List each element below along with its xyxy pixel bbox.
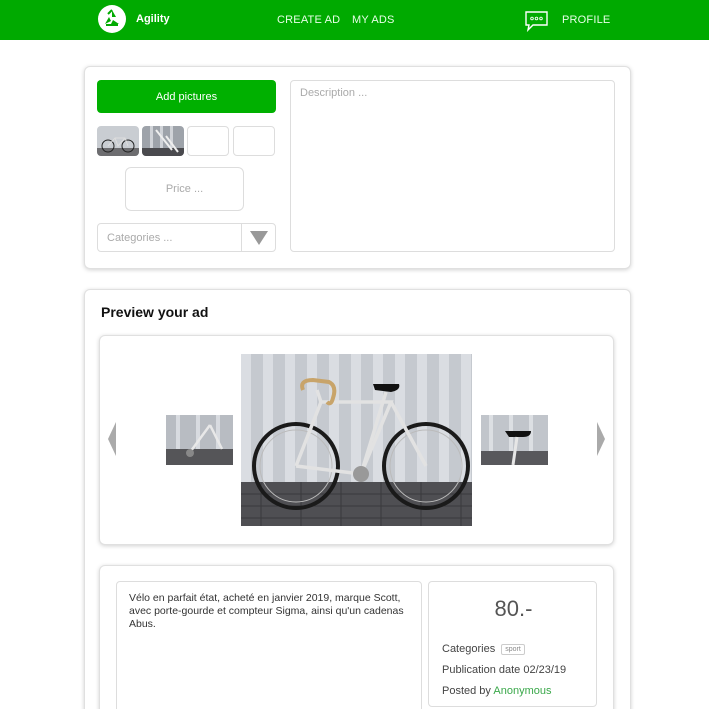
categories-label: Categories <box>442 643 496 655</box>
category-dropdown-toggle[interactable] <box>241 224 275 251</box>
author-link[interactable]: Anonymous <box>493 685 551 697</box>
carousel-next-icon[interactable] <box>597 422 605 456</box>
carousel-prev-icon[interactable] <box>108 422 116 456</box>
ad-categories-row: Categories sport <box>442 643 525 655</box>
brand-name[interactable]: Agility <box>136 13 170 25</box>
ad-info: 80.- Categories sport Publication date 02… <box>428 581 597 707</box>
chevron-down-icon <box>250 231 268 245</box>
picture-thumbnail[interactable] <box>97 126 139 156</box>
ad-preview: Preview your ad Vélo en parfait état, ac… <box>84 289 631 709</box>
category-placeholder: Categories ... <box>107 232 173 244</box>
picture-thumbnail[interactable] <box>142 126 184 156</box>
category-select[interactable]: Categories ... <box>97 223 276 252</box>
carousel-next-image[interactable] <box>481 415 548 465</box>
price-input[interactable] <box>125 167 244 211</box>
nav-my-ads[interactable]: MY ADS <box>352 14 395 26</box>
description-input[interactable] <box>290 80 615 252</box>
nav-create-ad[interactable]: CREATE AD <box>277 14 340 26</box>
publication-date: Publication date 02/23/19 <box>442 664 567 676</box>
image-carousel <box>99 335 614 545</box>
recycle-logo-icon[interactable] <box>97 4 127 34</box>
posted-by-row: Posted by Anonymous <box>442 685 551 697</box>
nav-profile[interactable]: PROFILE <box>562 14 610 26</box>
ad-price: 80.- <box>494 596 533 621</box>
empty-picture-slot[interactable] <box>187 126 229 156</box>
top-navbar: Agility CREATE AD MY ADS PROFILE <box>0 0 709 40</box>
ad-details: Vélo en parfait état, acheté en janvier … <box>99 565 614 709</box>
empty-picture-slot[interactable] <box>233 126 275 156</box>
ad-description: Vélo en parfait état, acheté en janvier … <box>116 581 422 709</box>
carousel-prev-image[interactable] <box>166 415 233 465</box>
posted-by-label: Posted by <box>442 685 491 697</box>
chat-bubble-icon[interactable] <box>524 10 549 32</box>
carousel-main-image[interactable] <box>241 354 472 526</box>
category-tag[interactable]: sport <box>501 643 525 655</box>
add-pictures-button[interactable]: Add pictures <box>97 80 276 113</box>
preview-title: Preview your ad <box>101 304 209 320</box>
create-ad-form: Add pictures Categories ... <box>84 66 631 269</box>
